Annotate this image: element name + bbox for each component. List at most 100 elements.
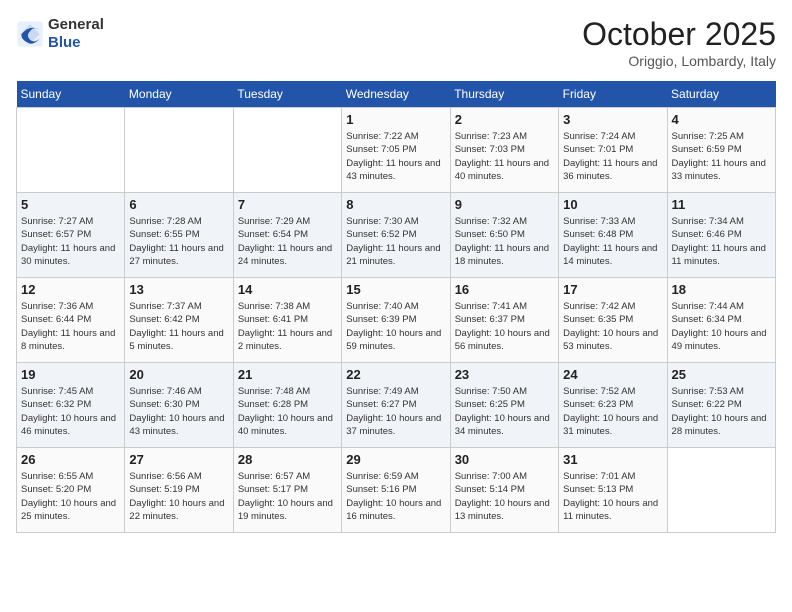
- calendar-cell: [233, 108, 341, 193]
- day-number: 7: [238, 197, 337, 212]
- day-number: 9: [455, 197, 554, 212]
- day-header-monday: Monday: [125, 81, 233, 108]
- calendar-cell: 21 Sunrise: 7:48 AM Sunset: 6:28 PM Dayli…: [233, 363, 341, 448]
- calendar-cell: 25 Sunrise: 7:53 AM Sunset: 6:22 PM Dayli…: [667, 363, 775, 448]
- calendar-cell: 11 Sunrise: 7:34 AM Sunset: 6:46 PM Dayli…: [667, 193, 775, 278]
- calendar-week-1: 1 Sunrise: 7:22 AM Sunset: 7:05 PM Daylig…: [17, 108, 776, 193]
- day-info: Sunrise: 7:44 AM Sunset: 6:34 PM Dayligh…: [672, 300, 771, 353]
- calendar-cell: 5 Sunrise: 7:27 AM Sunset: 6:57 PM Daylig…: [17, 193, 125, 278]
- day-number: 20: [129, 367, 228, 382]
- day-info: Sunrise: 7:27 AM Sunset: 6:57 PM Dayligh…: [21, 215, 120, 268]
- day-number: 12: [21, 282, 120, 297]
- location-title: Origgio, Lombardy, Italy: [582, 53, 776, 69]
- day-number: 18: [672, 282, 771, 297]
- day-info: Sunrise: 7:53 AM Sunset: 6:22 PM Dayligh…: [672, 385, 771, 438]
- day-number: 23: [455, 367, 554, 382]
- day-info: Sunrise: 7:49 AM Sunset: 6:27 PM Dayligh…: [346, 385, 445, 438]
- calendar-table: SundayMondayTuesdayWednesdayThursdayFrid…: [16, 81, 776, 533]
- day-info: Sunrise: 7:01 AM Sunset: 5:13 PM Dayligh…: [563, 470, 662, 523]
- calendar-cell: [667, 448, 775, 533]
- calendar-cell: 24 Sunrise: 7:52 AM Sunset: 6:23 PM Dayli…: [559, 363, 667, 448]
- logo-icon: [16, 20, 44, 48]
- day-number: 28: [238, 452, 337, 467]
- calendar-week-4: 19Sunrise: 7:45 AM Sunset: 6:32 PM Dayli…: [17, 363, 776, 448]
- calendar-cell: 4 Sunrise: 7:25 AM Sunset: 6:59 PM Daylig…: [667, 108, 775, 193]
- calendar-cell: [125, 108, 233, 193]
- day-info: Sunrise: 7:38 AM Sunset: 6:41 PM Dayligh…: [238, 300, 337, 353]
- calendar-cell: 7 Sunrise: 7:29 AM Sunset: 6:54 PM Daylig…: [233, 193, 341, 278]
- day-info: Sunrise: 7:23 AM Sunset: 7:03 PM Dayligh…: [455, 130, 554, 183]
- calendar-cell: 31 Sunrise: 7:01 AM Sunset: 5:13 PM Dayli…: [559, 448, 667, 533]
- day-number: 13: [129, 282, 228, 297]
- day-info: Sunrise: 7:24 AM Sunset: 7:01 PM Dayligh…: [563, 130, 662, 183]
- calendar-cell: 14Sunrise: 7:38 AM Sunset: 6:41 PM Dayli…: [233, 278, 341, 363]
- calendar-week-5: 26 Sunrise: 6:55 AM Sunset: 5:20 PM Dayli…: [17, 448, 776, 533]
- day-info: Sunrise: 7:42 AM Sunset: 6:35 PM Dayligh…: [563, 300, 662, 353]
- day-info: Sunrise: 6:55 AM Sunset: 5:20 PM Dayligh…: [21, 470, 120, 523]
- logo-general: General: [48, 16, 104, 33]
- calendar-cell: 8Sunrise: 7:30 AM Sunset: 6:52 PM Daylig…: [342, 193, 450, 278]
- day-number: 16: [455, 282, 554, 297]
- day-info: Sunrise: 7:40 AM Sunset: 6:39 PM Dayligh…: [346, 300, 445, 353]
- day-info: Sunrise: 6:59 AM Sunset: 5:16 PM Dayligh…: [346, 470, 445, 523]
- calendar-cell: 16 Sunrise: 7:41 AM Sunset: 6:37 PM Dayli…: [450, 278, 558, 363]
- day-header-thursday: Thursday: [450, 81, 558, 108]
- calendar-cell: 10 Sunrise: 7:33 AM Sunset: 6:48 PM Dayli…: [559, 193, 667, 278]
- calendar-cell: 22 Sunrise: 7:49 AM Sunset: 6:27 PM Dayli…: [342, 363, 450, 448]
- day-number: 24: [563, 367, 662, 382]
- calendar-cell: 12Sunrise: 7:36 AM Sunset: 6:44 PM Dayli…: [17, 278, 125, 363]
- day-info: Sunrise: 6:56 AM Sunset: 5:19 PM Dayligh…: [129, 470, 228, 523]
- day-number: 6: [129, 197, 228, 212]
- day-info: Sunrise: 7:34 AM Sunset: 6:46 PM Dayligh…: [672, 215, 771, 268]
- day-number: 26: [21, 452, 120, 467]
- day-number: 21: [238, 367, 337, 382]
- day-header-friday: Friday: [559, 81, 667, 108]
- calendar-cell: 2Sunrise: 7:23 AM Sunset: 7:03 PM Daylig…: [450, 108, 558, 193]
- calendar-cell: 19Sunrise: 7:45 AM Sunset: 6:32 PM Dayli…: [17, 363, 125, 448]
- day-number: 4: [672, 112, 771, 127]
- day-info: Sunrise: 7:28 AM Sunset: 6:55 PM Dayligh…: [129, 215, 228, 268]
- day-info: Sunrise: 7:22 AM Sunset: 7:05 PM Dayligh…: [346, 130, 445, 183]
- day-number: 29: [346, 452, 445, 467]
- calendar-cell: 29 Sunrise: 6:59 AM Sunset: 5:16 PM Dayli…: [342, 448, 450, 533]
- logo-blue: Blue: [48, 34, 81, 51]
- day-header-tuesday: Tuesday: [233, 81, 341, 108]
- day-info: Sunrise: 7:52 AM Sunset: 6:23 PM Dayligh…: [563, 385, 662, 438]
- day-info: Sunrise: 7:50 AM Sunset: 6:25 PM Dayligh…: [455, 385, 554, 438]
- day-header-sunday: Sunday: [17, 81, 125, 108]
- calendar-week-3: 12Sunrise: 7:36 AM Sunset: 6:44 PM Dayli…: [17, 278, 776, 363]
- day-number: 10: [563, 197, 662, 212]
- day-number: 11: [672, 197, 771, 212]
- calendar-cell: 20 Sunrise: 7:46 AM Sunset: 6:30 PM Dayli…: [125, 363, 233, 448]
- calendar-cell: 30Sunrise: 7:00 AM Sunset: 5:14 PM Dayli…: [450, 448, 558, 533]
- day-number: 1: [346, 112, 445, 127]
- day-number: 5: [21, 197, 120, 212]
- day-info: Sunrise: 7:30 AM Sunset: 6:52 PM Dayligh…: [346, 215, 445, 268]
- day-header-wednesday: Wednesday: [342, 81, 450, 108]
- calendar-cell: 1 Sunrise: 7:22 AM Sunset: 7:05 PM Daylig…: [342, 108, 450, 193]
- day-number: 19: [21, 367, 120, 382]
- day-number: 3: [563, 112, 662, 127]
- day-info: Sunrise: 7:33 AM Sunset: 6:48 PM Dayligh…: [563, 215, 662, 268]
- day-info: Sunrise: 6:57 AM Sunset: 5:17 PM Dayligh…: [238, 470, 337, 523]
- day-number: 31: [563, 452, 662, 467]
- day-info: Sunrise: 7:29 AM Sunset: 6:54 PM Dayligh…: [238, 215, 337, 268]
- calendar-cell: 6 Sunrise: 7:28 AM Sunset: 6:55 PM Daylig…: [125, 193, 233, 278]
- calendar-cell: 15Sunrise: 7:40 AM Sunset: 6:39 PM Dayli…: [342, 278, 450, 363]
- day-info: Sunrise: 7:46 AM Sunset: 6:30 PM Dayligh…: [129, 385, 228, 438]
- day-info: Sunrise: 7:41 AM Sunset: 6:37 PM Dayligh…: [455, 300, 554, 353]
- calendar-cell: 18 Sunrise: 7:44 AM Sunset: 6:34 PM Dayli…: [667, 278, 775, 363]
- day-info: Sunrise: 7:00 AM Sunset: 5:14 PM Dayligh…: [455, 470, 554, 523]
- day-number: 17: [563, 282, 662, 297]
- calendar-header-row: SundayMondayTuesdayWednesdayThursdayFrid…: [17, 81, 776, 108]
- calendar-cell: 3 Sunrise: 7:24 AM Sunset: 7:01 PM Daylig…: [559, 108, 667, 193]
- day-info: Sunrise: 7:32 AM Sunset: 6:50 PM Dayligh…: [455, 215, 554, 268]
- calendar-week-2: 5 Sunrise: 7:27 AM Sunset: 6:57 PM Daylig…: [17, 193, 776, 278]
- day-number: 25: [672, 367, 771, 382]
- day-info: Sunrise: 7:48 AM Sunset: 6:28 PM Dayligh…: [238, 385, 337, 438]
- day-number: 27: [129, 452, 228, 467]
- day-info: Sunrise: 7:25 AM Sunset: 6:59 PM Dayligh…: [672, 130, 771, 183]
- day-number: 22: [346, 367, 445, 382]
- calendar-cell: 13Sunrise: 7:37 AM Sunset: 6:42 PM Dayli…: [125, 278, 233, 363]
- day-header-saturday: Saturday: [667, 81, 775, 108]
